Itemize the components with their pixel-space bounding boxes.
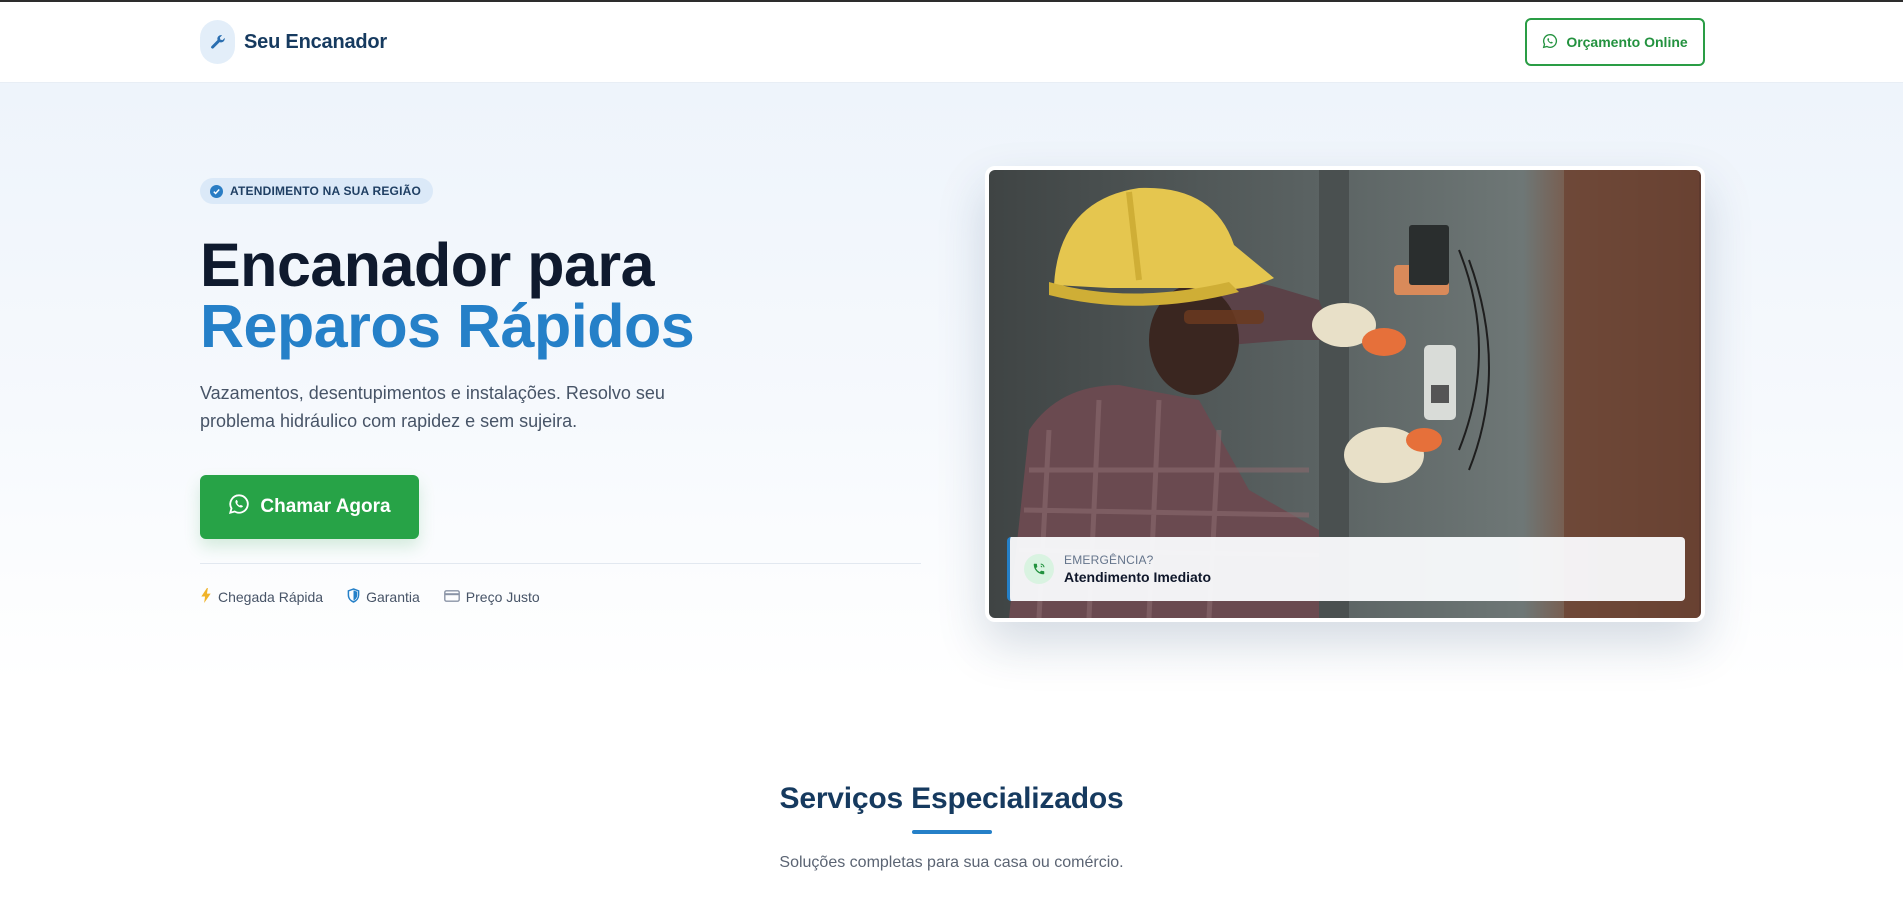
online-quote-label: Orçamento Online bbox=[1566, 34, 1688, 50]
hero-description: Vazamentos, desentupimentos e instalaçõe… bbox=[200, 383, 665, 431]
site-header: Seu Encanador Orçamento Online bbox=[0, 2, 1903, 83]
feature-item: Garantia bbox=[347, 588, 420, 606]
call-now-label: Chamar Agora bbox=[260, 496, 391, 517]
feature-list: Chegada Rápida Garantia Preço Justo bbox=[200, 588, 540, 606]
check-circle-icon bbox=[210, 184, 223, 198]
services-underline bbox=[912, 830, 992, 834]
whatsapp-icon bbox=[1542, 33, 1558, 52]
brand-name: Seu Encanador bbox=[244, 30, 387, 53]
region-badge: ATENDIMENTO NA SUA REGIÃO bbox=[200, 178, 434, 204]
feature-label: Garantia bbox=[366, 589, 420, 605]
emergency-text: EMERGÊNCIA? Atendimento Imediato bbox=[1064, 552, 1211, 586]
feature-item: Preço Justo bbox=[443, 588, 540, 606]
whatsapp-icon bbox=[228, 493, 250, 521]
services-title: Serviços Especializados bbox=[779, 782, 1124, 815]
shield-icon bbox=[347, 588, 360, 606]
hero-title-line2: Reparos Rápidos bbox=[200, 292, 695, 360]
credit-card-icon bbox=[443, 589, 460, 605]
hero-title-line1: Encanador para bbox=[200, 231, 655, 299]
emergency-title: Atendimento Imediato bbox=[1064, 569, 1212, 585]
hero-title: Encanador para Reparos Rápidos bbox=[200, 235, 695, 360]
emergency-banner: EMERGÊNCIA? Atendimento Imediato bbox=[1007, 537, 1685, 601]
feature-label: Chegada Rápida bbox=[218, 589, 324, 605]
wrench-icon bbox=[200, 20, 235, 64]
brand-logo[interactable]: Seu Encanador bbox=[200, 20, 387, 64]
divider bbox=[200, 563, 921, 564]
hero-image-card: EMERGÊNCIA? Atendimento Imediato bbox=[985, 166, 1705, 622]
phone-call-icon bbox=[1024, 554, 1054, 584]
hero-section: ATENDIMENTO NA SUA REGIÃO Encanador para… bbox=[0, 83, 1903, 683]
page: Seu Encanador Orçamento Online ATENDIMEN… bbox=[0, 0, 1903, 914]
feature-item: Chegada Rápida bbox=[200, 588, 323, 606]
lightning-icon bbox=[200, 588, 212, 606]
call-now-button[interactable]: Chamar Agora bbox=[200, 475, 419, 539]
region-badge-label: ATENDIMENTO NA SUA REGIÃO bbox=[230, 184, 422, 198]
services-subtitle: Soluções completas para sua casa ou comé… bbox=[779, 854, 1124, 871]
emergency-kicker: EMERGÊNCIA? bbox=[1064, 553, 1154, 567]
feature-label: Preço Justo bbox=[465, 589, 540, 605]
online-quote-button[interactable]: Orçamento Online bbox=[1525, 18, 1705, 66]
